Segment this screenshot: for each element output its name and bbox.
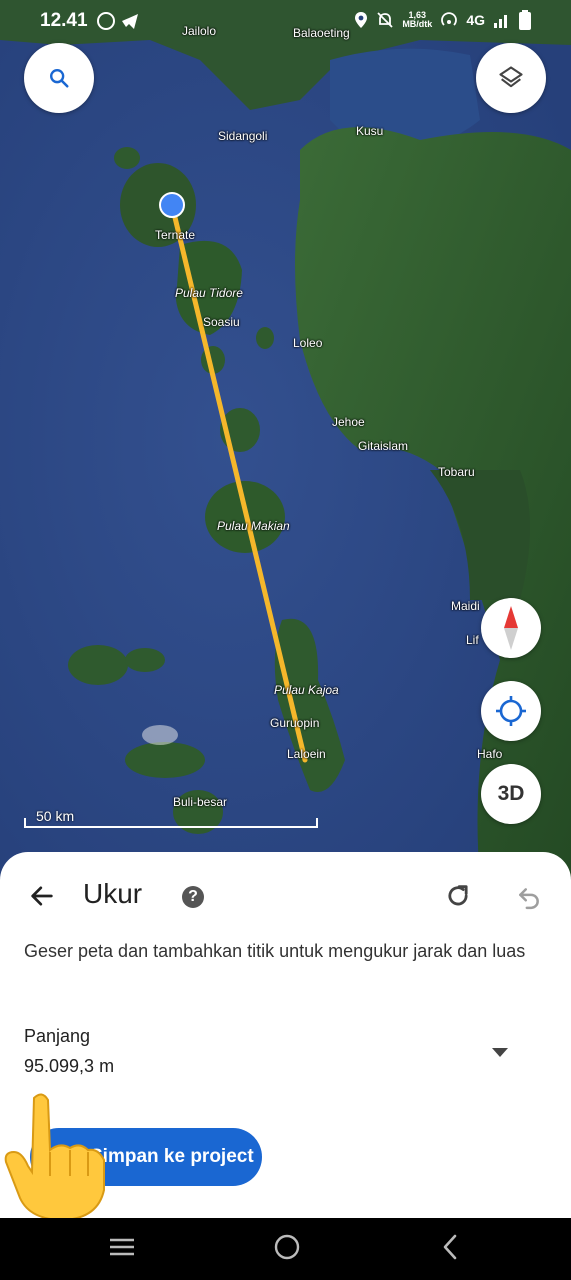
my-location-icon (496, 696, 526, 726)
map-label: Ternate (155, 228, 196, 242)
help-icon[interactable]: ? (182, 886, 204, 908)
pointing-hand-icon (4, 1093, 105, 1222)
unit-dropdown-icon[interactable] (488, 1044, 512, 1060)
status-time: 12.41 (40, 10, 88, 31)
map-label: Tobaru (438, 465, 475, 479)
map-scale-bar: 50 km (24, 808, 318, 828)
map-label: Lif (466, 633, 479, 647)
map-label: Sidangoli (218, 129, 268, 143)
network-type: 4G (466, 12, 485, 28)
save-button-label: Simpan ke project (90, 1146, 254, 1167)
status-bar: 12.41 1,63 MB/dtk 4G (0, 0, 571, 42)
hotspot-icon (441, 12, 458, 26)
whatsapp-telegram-icon (97, 12, 138, 30)
map-label: Laloein (287, 747, 326, 761)
back-nav-icon[interactable] (438, 1232, 462, 1262)
map-label: Soasiu (203, 315, 240, 329)
layers-button[interactable] (476, 43, 546, 113)
sheet-title: Ukur (83, 878, 143, 909)
map-label: Jehoe (332, 415, 365, 429)
back-arrow-icon[interactable] (28, 882, 56, 910)
map-label: Gitaislam (358, 439, 409, 453)
scale-label: 50 km (36, 808, 75, 824)
mute-bell-icon (377, 12, 393, 28)
location-icon (355, 12, 368, 28)
battery-icon (519, 10, 531, 30)
network-speed: 1,63 MB/dtk (402, 10, 433, 29)
3d-label: 3D (497, 782, 525, 805)
length-label: Panjang (24, 1026, 91, 1046)
length-value: 95.099,3 m (24, 1056, 115, 1076)
measure-start-point (159, 192, 185, 218)
search-icon (50, 69, 69, 88)
map-label: Pulau Kajoa (274, 683, 339, 697)
3d-toggle-button[interactable]: 3D (481, 764, 541, 824)
home-icon[interactable] (272, 1232, 302, 1262)
undo-icon[interactable] (516, 884, 542, 910)
my-location-button[interactable] (481, 681, 541, 741)
map-label: Pulau Tidore (175, 286, 243, 300)
satellite-map[interactable]: Jailolo Balaoeting Sidangoli Kusu Ternat… (0, 0, 571, 881)
map-label: Pulau Makian (217, 519, 290, 533)
search-button[interactable] (24, 43, 94, 113)
signal-icon (494, 15, 507, 28)
map-label: Loleo (293, 336, 323, 350)
layers-icon (499, 66, 523, 88)
map-label: Maidi (451, 599, 480, 613)
map-label: Buli-besar (173, 795, 228, 809)
compass-button[interactable] (481, 598, 541, 658)
map-label: Hafo (477, 747, 503, 761)
map-label: Guruopin (270, 716, 320, 730)
measure-bottom-sheet: Ukur ? Geser peta dan tambahkan titik un… (0, 852, 571, 1222)
refresh-icon[interactable] (444, 882, 472, 910)
map-label: Kusu (356, 124, 384, 138)
system-nav-bar (0, 1218, 571, 1280)
recent-apps-icon[interactable] (108, 1232, 136, 1262)
measure-description: Geser peta dan tambahkan titik untuk men… (24, 941, 526, 961)
compass-icon (504, 606, 518, 650)
